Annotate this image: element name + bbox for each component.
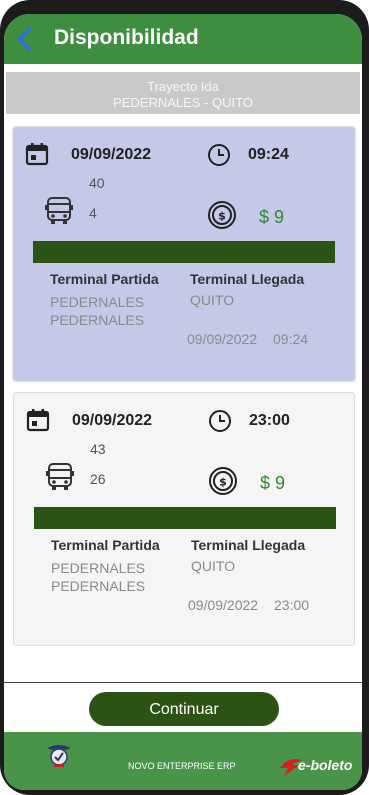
brand-name: e-boleto xyxy=(298,757,353,773)
arrival-time: 23:00 xyxy=(274,597,310,613)
trip-price: $ 9 xyxy=(260,473,286,493)
origin-label: Terminal Partida xyxy=(51,537,160,553)
arrival-time: 09:24 xyxy=(273,331,309,347)
bus-icon xyxy=(46,463,74,490)
app-header: Disponibilidad xyxy=(4,14,362,64)
trip-date: 09/09/2022 xyxy=(71,146,152,163)
trip-date: 09/09/2022 xyxy=(72,412,153,429)
svg-text:$: $ xyxy=(219,476,227,489)
app-screen: Disponibilidad Trayecto Ida PEDERNALES -… xyxy=(4,14,362,790)
destination-label: Terminal Llegada xyxy=(190,271,305,287)
calendar-icon xyxy=(26,409,50,432)
route-banner: Trayecto Ida PEDERNALES - QUITO xyxy=(6,72,360,114)
calendar-icon xyxy=(25,143,49,166)
device-frame: Disponibilidad Trayecto Ida PEDERNALES -… xyxy=(0,0,369,795)
header-gap xyxy=(4,64,362,70)
route-label: Trayecto Ida xyxy=(147,79,219,94)
emblem-logo xyxy=(47,745,71,767)
trip-card[interactable]: 09/09/2022 09:24 40 4 $ $ 9 Terminal Par… xyxy=(13,127,355,381)
trip-list: 09/09/2022 09:24 40 4 $ $ 9 Terminal Par… xyxy=(4,118,362,678)
origin-city: PEDERNALES xyxy=(51,560,146,576)
clock-icon xyxy=(208,144,230,166)
svg-text:$: $ xyxy=(218,210,226,223)
arrival-date: 09/09/2022 xyxy=(187,331,258,347)
destination-label: Terminal Llegada xyxy=(191,537,306,553)
destination-city: QUITO xyxy=(191,558,236,574)
origin-city: PEDERNALES xyxy=(50,294,145,310)
clock-icon xyxy=(209,410,231,432)
seats-total: 40 xyxy=(89,175,105,191)
seats-available: 26 xyxy=(90,471,106,487)
bus-icon xyxy=(45,197,73,224)
trip-card[interactable]: 09/09/2022 23:00 43 26 $ $ 9 Terminal Pa… xyxy=(13,392,355,646)
trip-time: 23:00 xyxy=(249,412,290,429)
seats-total: 43 xyxy=(90,441,106,457)
continue-button[interactable]: Continuar xyxy=(89,692,279,726)
destination-city: QUITO xyxy=(190,292,235,308)
route-path: PEDERNALES - QUITO xyxy=(113,95,253,110)
footer-divider xyxy=(4,682,362,683)
availability-bar xyxy=(34,507,336,529)
trip-price: $ 9 xyxy=(259,207,285,227)
origin-label: Terminal Partida xyxy=(50,271,159,287)
coins-icon: $ xyxy=(208,201,236,229)
back-arrow-icon[interactable] xyxy=(14,26,36,52)
trip-time: 09:24 xyxy=(248,146,289,163)
origin-terminal: PEDERNALES xyxy=(50,312,145,328)
company-name: NOVO ENTERPRISE ERP xyxy=(128,761,236,771)
availability-bar xyxy=(33,241,335,263)
page-title: Disponibilidad xyxy=(54,26,199,49)
app-footer: NOVO ENTERPRISE ERP e-boleto xyxy=(4,732,362,790)
seats-available: 4 xyxy=(89,205,97,221)
coins-icon: $ xyxy=(209,467,237,495)
arrival-date: 09/09/2022 xyxy=(188,597,259,613)
origin-terminal: PEDERNALES xyxy=(51,578,146,594)
